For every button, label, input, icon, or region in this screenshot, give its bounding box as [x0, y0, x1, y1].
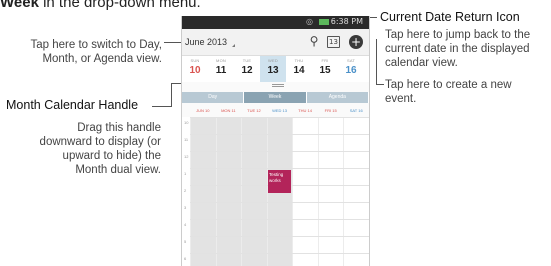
week-day-selected[interactable]: WED 13	[260, 56, 286, 82]
day-header: SAT 16	[349, 108, 363, 113]
create-event-callout: Tap here to create a new event.	[385, 78, 545, 106]
hour-label: 12	[184, 154, 189, 159]
battery-icon	[319, 19, 329, 25]
day-name: SAT	[346, 58, 356, 63]
dropdown-caret-icon	[229, 44, 236, 47]
day-number: 13	[267, 65, 279, 76]
action-bar: June 2013 ⚲ 13 +	[182, 29, 369, 56]
month-handle-leader-v	[171, 83, 172, 107]
hour-label: 3	[184, 205, 187, 210]
week-day-headers: JUN 10 MON 11 TUE 12 WED 13 THU 14 FRI 1…	[190, 106, 369, 116]
current-date-icon[interactable]: 13	[327, 36, 340, 48]
heading-rest: in the drop-down menu.	[38, 0, 201, 11]
month-label: June 2013	[185, 37, 228, 47]
week-day[interactable]: FRI 15	[312, 56, 338, 82]
view-dropdown[interactable]: June 2013	[185, 37, 236, 47]
current-date-text: Tap here to jump back to the current dat…	[385, 29, 531, 69]
search-icon[interactable]: ⚲	[306, 33, 322, 49]
hour-label: 1	[184, 171, 187, 176]
week-day[interactable]: SUN 10	[182, 56, 208, 82]
week-day[interactable]: MON 11	[208, 56, 234, 82]
switch-view-callout: Tap here to switch to Day, Month, or Age…	[2, 38, 162, 66]
day-header: TUE 12	[247, 108, 261, 113]
day-number: 12	[241, 65, 253, 76]
day-number: 15	[319, 65, 331, 76]
day-name: TUE	[242, 58, 252, 63]
week-day[interactable]: TUE 12	[234, 56, 260, 82]
create-event-leader-h	[376, 84, 384, 85]
week-strip: SUN 10 MON 11 TUE 12 WED 13 THU 14 FRI 1…	[182, 56, 369, 82]
day-header: WED 13	[272, 108, 287, 113]
calendar-event[interactable]: Testing works	[268, 170, 291, 193]
tab-week[interactable]: Week	[244, 92, 307, 103]
heading-bold: Week	[0, 0, 39, 11]
create-event-text: Tap here to create a new event.	[385, 79, 512, 105]
day-name: WED	[268, 58, 278, 63]
status-time: 6:38 PM	[330, 17, 363, 26]
day-name: THU	[294, 58, 304, 63]
hour-label: 6	[184, 256, 187, 261]
page-heading: Week in the drop-down menu.	[0, 0, 201, 11]
wifi-icon: ◎	[306, 17, 313, 26]
tab-agenda[interactable]: Agenda	[306, 92, 369, 103]
day-number: 10	[189, 65, 201, 76]
week-day[interactable]: THU 14	[286, 56, 312, 82]
day-number: 11	[215, 65, 227, 76]
create-event-leader-v	[376, 39, 377, 84]
month-handle-title: Month Calendar Handle	[6, 98, 139, 112]
day-number: 14	[293, 65, 305, 76]
month-handle-leader-h	[152, 106, 172, 107]
month-handle-callout: Drag this handle downward to display (or…	[34, 121, 161, 177]
hour-label: 4	[184, 222, 187, 227]
tab-day[interactable]: Day	[182, 92, 245, 103]
status-bar: ◎ 6:38 PM	[182, 16, 369, 29]
current-date-callout: Tap here to jump back to the current dat…	[385, 28, 545, 70]
month-calendar-handle[interactable]	[272, 83, 284, 89]
view-tabs: Day Week Agenda	[182, 92, 369, 103]
week-day[interactable]: SAT 16	[338, 56, 364, 82]
hour-label: 11	[184, 137, 189, 142]
month-handle-text: Drag this handle downward to display (or…	[39, 122, 161, 176]
phone-screen: ◎ 6:38 PM June 2013 ⚲ 13 + SUN 10 MON 11…	[181, 16, 370, 266]
week-grid[interactable]: 10 11 12 1 2 3 4 5 6 Testing works	[182, 117, 369, 266]
day-name: MON	[216, 58, 226, 63]
day-header: JUN 10	[196, 108, 210, 113]
day-name: SUN	[190, 58, 200, 63]
switch-view-text: Tap here to switch to Day, Month, or Age…	[30, 39, 162, 65]
day-name: FRI	[321, 58, 329, 63]
day-header: MON 11	[221, 108, 236, 113]
day-number: 16	[345, 65, 357, 76]
day-header: FRI 15	[324, 108, 337, 113]
day-header: THU 14	[298, 108, 312, 113]
hour-label: 2	[184, 188, 187, 193]
hour-label: 5	[184, 239, 187, 244]
add-event-icon[interactable]: +	[349, 35, 363, 49]
current-date-title: Current Date Return Icon	[380, 10, 520, 24]
hour-label: 10	[184, 120, 189, 125]
